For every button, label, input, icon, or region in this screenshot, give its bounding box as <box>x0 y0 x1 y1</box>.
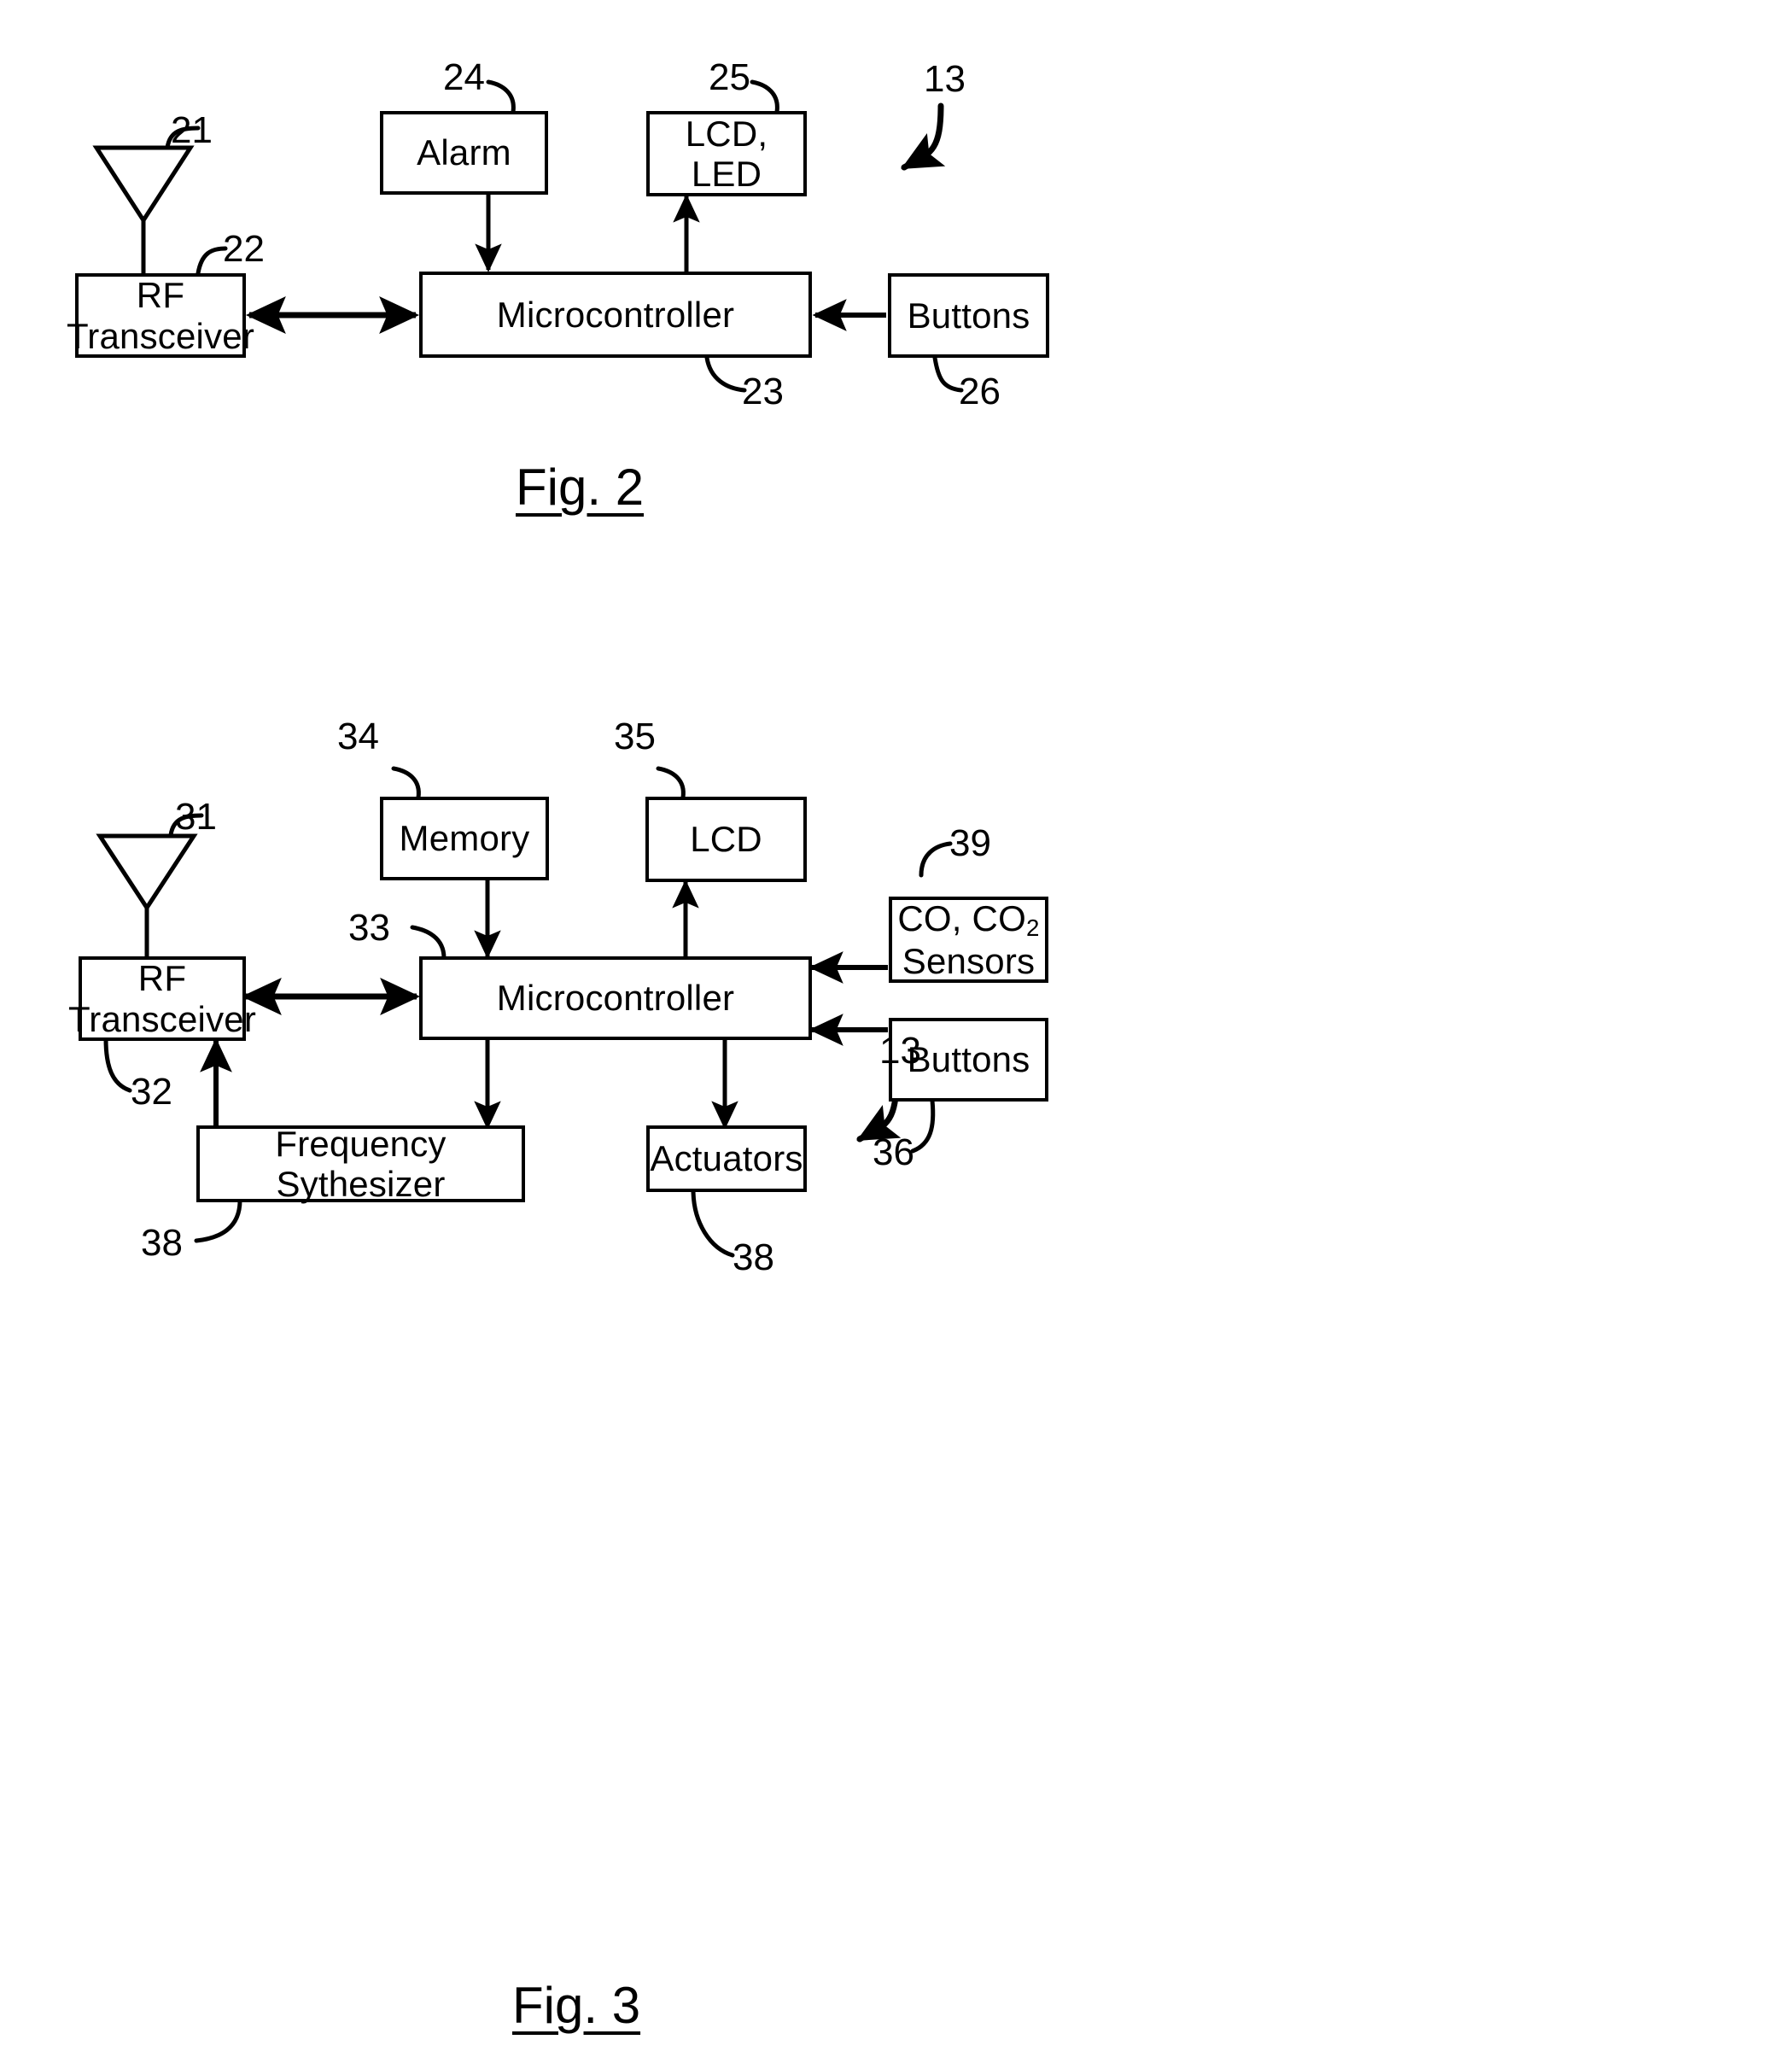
fig3-ref-32: 32 <box>131 1071 172 1113</box>
fig3-ref-36: 36 <box>873 1131 914 1173</box>
fig2-buttons-label: Buttons <box>907 295 1030 336</box>
fig2-ref-21: 21 <box>171 109 213 151</box>
fig3-ref-38-freq: 38 <box>141 1222 183 1264</box>
fig3-ref-31: 31 <box>175 796 217 838</box>
fig2-ref-25: 25 <box>709 56 750 98</box>
fig3-co-sensors-line1: CO, CO2 <box>897 898 1039 941</box>
fig3-ref-35: 35 <box>614 716 656 757</box>
fig3-co-sensors-line2: Sensors <box>902 941 1036 982</box>
fig3-ref-13: 13 <box>879 1030 921 1072</box>
patent-figure-sheet: Alarm LCD, LED RF Transceiver Microcontr… <box>0 0 1792 2063</box>
fig2-alarm-box[interactable]: Alarm <box>380 111 548 195</box>
fig3-ref-39: 39 <box>949 822 991 864</box>
fig3-co-sensors-box[interactable]: CO, CO2 Sensors <box>889 897 1048 983</box>
fig3-microcontroller-box[interactable]: Microcontroller <box>419 956 812 1040</box>
fig3-ref-38-actuators: 38 <box>733 1236 774 1278</box>
fig3-microcontroller-label: Microcontroller <box>496 978 735 1019</box>
fig3-lcd-box[interactable]: LCD <box>645 797 807 882</box>
fig2-microcontroller-box[interactable]: Microcontroller <box>419 272 812 358</box>
fig2-ref-22: 22 <box>223 228 265 270</box>
fig3-buttons-label: Buttons <box>907 1039 1030 1080</box>
fig2-antenna-icon <box>92 145 195 275</box>
fig2-ref-24: 24 <box>443 56 485 98</box>
fig3-frequency-synthesizer-box[interactable]: Frequency Sythesizer <box>196 1123 525 1204</box>
fig2-rf-transceiver-line2: Transceiver <box>66 315 255 356</box>
fig3-memory-label: Memory <box>399 818 530 859</box>
fig3-co-sensors-line1-text: CO, CO <box>897 897 1026 938</box>
fig3-antenna-icon <box>96 833 198 961</box>
fig2-ref-23: 23 <box>742 371 784 412</box>
fig3-rf-transceiver-box[interactable]: RF Transceiver <box>68 956 256 1041</box>
fig3-ref-33: 33 <box>348 907 390 949</box>
fig3-actuators-box[interactable]: Actuators <box>646 1125 807 1192</box>
fig2-lcd-led-box[interactable]: LCD, LED <box>646 111 807 196</box>
fig3-rf-transceiver-line2: Transceiver <box>67 998 257 1039</box>
fig3-caption: Fig. 3 <box>512 1977 641 2034</box>
fig3-actuators-label: Actuators <box>650 1138 803 1179</box>
fig3-frequency-synthesizer-label: Frequency Sythesizer <box>275 1123 447 1204</box>
fig3-ref-34: 34 <box>337 716 379 757</box>
fig3-lcd-label: LCD <box>690 819 762 860</box>
fig2-microcontroller-label: Microcontroller <box>496 294 735 335</box>
fig3-memory-box[interactable]: Memory <box>380 797 549 880</box>
fig2-buttons-box[interactable]: Buttons <box>888 273 1049 358</box>
fig3-rf-transceiver-line1: RF <box>137 958 187 999</box>
fig2-caption: Fig. 2 <box>516 459 645 516</box>
fig2-ref-26: 26 <box>959 371 1001 412</box>
fig2-lcd-led-label: LCD, LED <box>685 113 768 194</box>
fig2-rf-transceiver-box[interactable]: RF Transceiver <box>67 273 254 358</box>
fig2-rf-transceiver-line1: RF <box>136 275 185 316</box>
fig3-co-sensors-subscript: 2 <box>1025 915 1040 942</box>
fig2-ref-13: 13 <box>924 58 966 100</box>
fig2-alarm-label: Alarm <box>417 132 511 173</box>
